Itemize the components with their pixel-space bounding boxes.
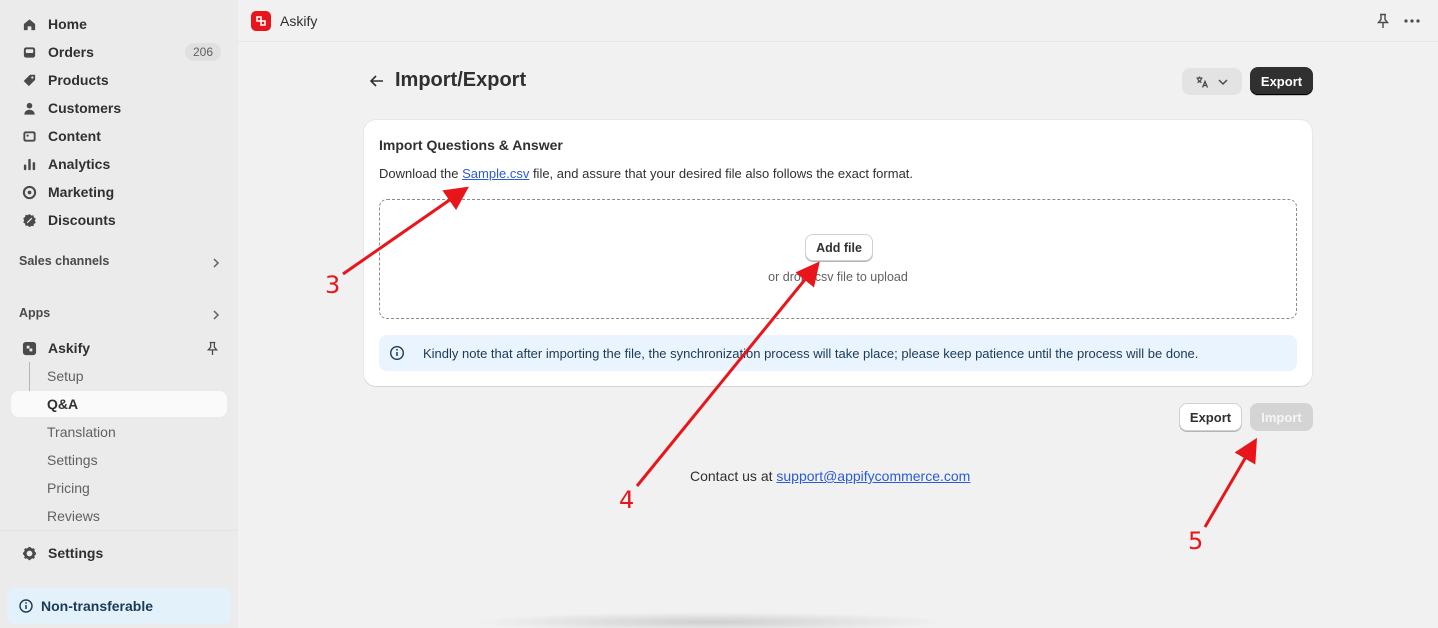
- sidebar-item-analytics[interactable]: Analytics: [11, 151, 227, 177]
- info-icon: [389, 345, 405, 361]
- info-banner: Kindly note that after importing the fil…: [379, 335, 1297, 371]
- export-button-bottom[interactable]: Export: [1179, 403, 1242, 431]
- inbox-icon: [21, 44, 37, 60]
- discount-icon: [21, 212, 37, 228]
- sidebar-item-reviews[interactable]: Reviews: [11, 503, 227, 529]
- add-file-button[interactable]: Add file: [805, 234, 873, 261]
- card-title: Import Questions & Answer: [379, 137, 563, 153]
- sidebar-item-label: Marketing: [48, 184, 115, 200]
- desc-text-after: file, and assure that your desired file …: [529, 166, 914, 181]
- sidebar-item-discounts[interactable]: Discounts: [11, 207, 227, 233]
- person-icon: [21, 100, 37, 116]
- sidebar-item-customers[interactable]: Customers: [11, 95, 227, 121]
- askify-app-icon: [21, 340, 37, 356]
- target-icon: [21, 184, 37, 200]
- file-dropzone[interactable]: Add file or drop .csv file to upload: [379, 199, 1297, 319]
- sidebar-item-pricing[interactable]: Pricing: [11, 475, 227, 501]
- sidebar-item-label: Customers: [48, 100, 122, 116]
- apps-heading[interactable]: Apps: [19, 306, 50, 320]
- sidebar-item-content[interactable]: Content: [11, 123, 227, 149]
- sample-csv-link[interactable]: Sample.csv: [462, 166, 529, 181]
- sidebar-item-label: Settings: [48, 545, 104, 561]
- image-icon: [21, 128, 37, 144]
- orders-count-badge: 206: [184, 43, 221, 61]
- sidebar-item-label: Discounts: [48, 212, 116, 228]
- language-selector-button[interactable]: [1182, 68, 1242, 95]
- sidebar: Home Orders 206 Products Customers Conte…: [0, 0, 238, 628]
- sidebar-item-products[interactable]: Products: [11, 67, 227, 93]
- bar-chart-icon: [21, 156, 37, 172]
- annotation-label-5: 5: [1188, 527, 1204, 555]
- pin-icon[interactable]: [206, 341, 219, 356]
- sidebar-item-setup[interactable]: Setup: [11, 363, 227, 389]
- sidebar-item-app-settings[interactable]: Settings: [11, 447, 227, 473]
- sidebar-item-askify[interactable]: Askify: [11, 335, 227, 361]
- chevron-down-icon: [1218, 78, 1228, 85]
- sidebar-item-label: Analytics: [48, 156, 111, 172]
- more-options-icon[interactable]: [1403, 13, 1421, 29]
- tag-icon: [21, 72, 37, 88]
- sidebar-item-home[interactable]: Home: [11, 11, 227, 37]
- sidebar-item-label: Products: [48, 72, 109, 88]
- chevron-right-icon[interactable]: [210, 309, 222, 321]
- sidebar-item-label: Askify: [48, 340, 91, 356]
- sidebar-item-label: Content: [48, 128, 101, 144]
- info-banner-text: Kindly note that after importing the fil…: [423, 345, 1199, 361]
- import-button[interactable]: Import: [1250, 403, 1313, 431]
- sidebar-item-qa[interactable]: Q&A: [11, 391, 227, 417]
- annotation-label-3: 3: [325, 271, 341, 299]
- import-card: Import Questions & Answer Download the S…: [364, 120, 1312, 386]
- sidebar-item-label: Orders: [48, 44, 94, 60]
- support-email-link[interactable]: support@appifycommerce.com: [776, 468, 970, 484]
- non-transferable-label: Non-transferable: [41, 598, 154, 614]
- app-topbar: Askify: [238, 0, 1438, 42]
- sidebar-item-marketing[interactable]: Marketing: [11, 179, 227, 205]
- home-icon: [21, 16, 37, 32]
- chevron-right-icon[interactable]: [210, 257, 222, 269]
- sidebar-item-settings[interactable]: Settings: [11, 540, 227, 566]
- sidebar-item-orders[interactable]: Orders 206: [11, 39, 227, 65]
- export-button[interactable]: Export: [1250, 67, 1313, 95]
- gear-icon: [21, 545, 37, 561]
- askify-logo-icon: [251, 11, 271, 31]
- info-icon: [19, 599, 33, 613]
- contact-prefix: Contact us at: [690, 468, 777, 484]
- app-title: Askify: [280, 13, 318, 29]
- drop-hint: or drop .csv file to upload: [768, 270, 908, 284]
- desc-text-before: Download the: [379, 166, 463, 181]
- sidebar-item-translation[interactable]: Translation: [11, 419, 227, 445]
- sidebar-item-label: Home: [48, 16, 87, 32]
- bottom-shadow: [470, 612, 950, 628]
- page-title: Import/Export: [395, 69, 527, 91]
- sales-channels-heading[interactable]: Sales channels: [19, 254, 109, 268]
- pin-icon[interactable]: [1376, 13, 1390, 29]
- non-transferable-banner[interactable]: Non-transferable: [7, 588, 231, 624]
- contact-line: Contact us at support@appifycommerce.com: [690, 468, 970, 484]
- annotation-arrow-5: [1203, 437, 1258, 528]
- annotation-label-4: 4: [619, 486, 635, 514]
- translate-icon: [1196, 76, 1209, 88]
- sidebar-divider: [0, 530, 238, 531]
- card-description: Download the Sample.csv file, and assure…: [379, 166, 913, 181]
- back-arrow-icon[interactable]: [368, 72, 386, 90]
